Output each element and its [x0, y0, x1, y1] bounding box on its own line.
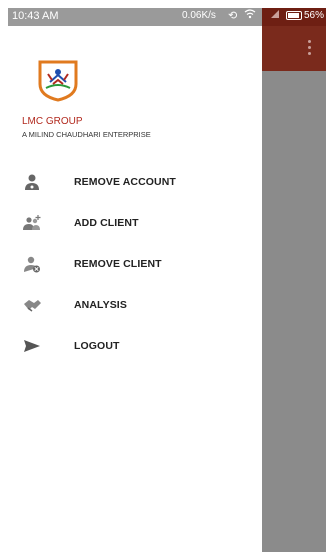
navigation-drawer: LMC GROUP A MILIND CHAUDHARI ENTERPRISE …	[8, 26, 262, 552]
menu-item-label: ANALYSIS	[74, 299, 127, 311]
background-scrim[interactable]	[262, 26, 326, 552]
menu-item-remove-client[interactable]: REMOVE CLIENT	[8, 248, 262, 289]
brand-name: LMC GROUP	[22, 116, 83, 127]
left-border	[0, 0, 8, 552]
menu-item-label: LOGOUT	[74, 340, 120, 352]
menu-item-analysis[interactable]: ANALYSIS	[8, 289, 262, 330]
remove-person-icon	[24, 256, 40, 273]
menu-item-label: ADD CLIENT	[74, 217, 139, 229]
drawer-menu: REMOVE ACCOUNT ADD CLIENT REMOVE CLIENT …	[8, 166, 262, 371]
send-icon	[24, 340, 40, 352]
screen: 10:43 AM 0.06K/s ⟲ 56% LMC GROUP A MILIN…	[0, 0, 326, 552]
background-toolbar	[262, 26, 326, 71]
person-icon	[25, 174, 39, 190]
menu-item-label: REMOVE ACCOUNT	[74, 176, 176, 188]
status-time: 10:43 AM	[12, 10, 59, 22]
brand-tagline: A MILIND CHAUDHARI ENTERPRISE	[22, 130, 151, 139]
battery-percent: 56%	[304, 10, 325, 21]
handshake-icon	[24, 300, 41, 312]
drawer-header: LMC GROUP A MILIND CHAUDHARI ENTERPRISE	[8, 26, 262, 156]
network-speed: 0.06K/s	[182, 10, 216, 21]
menu-item-add-client[interactable]: ADD CLIENT	[8, 207, 262, 248]
add-group-icon	[23, 215, 41, 230]
signal-icon	[270, 9, 280, 22]
menu-item-logout[interactable]: LOGOUT	[8, 330, 262, 371]
battery-icon	[286, 11, 302, 20]
sync-icon: ⟲	[228, 10, 238, 22]
menu-item-label: REMOVE CLIENT	[74, 258, 162, 270]
overflow-menu-icon[interactable]	[308, 40, 312, 58]
lmc-logo-icon	[38, 60, 78, 102]
wifi-icon	[244, 9, 256, 22]
menu-item-remove-account[interactable]: REMOVE ACCOUNT	[8, 166, 262, 207]
